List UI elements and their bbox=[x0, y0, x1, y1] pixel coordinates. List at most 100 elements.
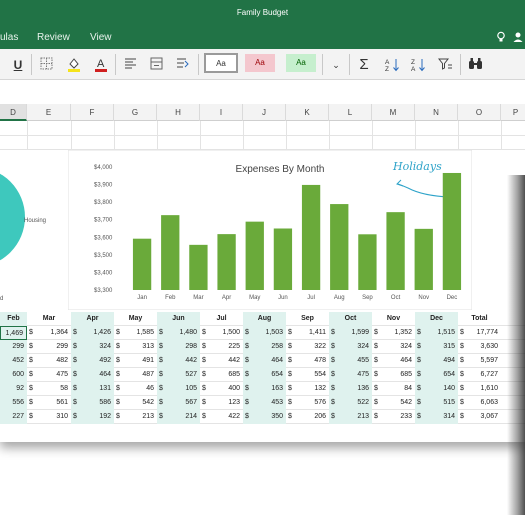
table-cell[interactable]: $494 bbox=[415, 354, 458, 368]
bar-dec[interactable] bbox=[442, 172, 462, 290]
column-header-n[interactable]: N bbox=[415, 104, 458, 121]
bar-nov[interactable] bbox=[414, 228, 433, 290]
wrap-text-icon[interactable] bbox=[175, 57, 191, 73]
underline-icon[interactable]: U bbox=[10, 57, 26, 73]
table-cell[interactable]: $258 bbox=[243, 340, 286, 354]
column-label-jul[interactable]: Jul bbox=[200, 312, 243, 326]
column-header-f[interactable]: F bbox=[71, 104, 114, 121]
tab-formulas[interactable]: ulas bbox=[0, 32, 18, 43]
column-label-nov[interactable]: Nov bbox=[372, 312, 415, 326]
table-cell[interactable]: $140 bbox=[415, 382, 458, 396]
column-header-o[interactable]: O bbox=[458, 104, 501, 121]
table-cell[interactable]: 452 bbox=[0, 354, 27, 368]
table-cell[interactable]: $123 bbox=[200, 396, 243, 410]
column-label-apr[interactable]: Apr bbox=[71, 312, 114, 326]
table-cell[interactable]: 556 bbox=[0, 396, 27, 410]
table-cell[interactable]: $313 bbox=[114, 340, 157, 354]
table-cell[interactable]: $131 bbox=[71, 382, 114, 396]
bar-feb[interactable] bbox=[161, 215, 180, 290]
table-cell[interactable]: $475 bbox=[329, 368, 372, 382]
table-cell[interactable]: $586 bbox=[71, 396, 114, 410]
tab-review[interactable]: Review bbox=[37, 32, 70, 43]
filter-icon[interactable] bbox=[437, 57, 453, 73]
table-cell[interactable]: $464 bbox=[372, 354, 415, 368]
table-cell[interactable]: 92 bbox=[0, 382, 27, 396]
column-header-l[interactable]: L bbox=[329, 104, 372, 121]
table-cell[interactable]: $213 bbox=[329, 410, 372, 424]
column-label-dec[interactable]: Dec bbox=[415, 312, 458, 326]
tab-view[interactable]: View bbox=[90, 32, 112, 43]
table-cell[interactable]: $1,364 bbox=[27, 326, 71, 340]
table-cell[interactable]: $1,480 bbox=[157, 326, 200, 340]
column-header-k[interactable]: K bbox=[286, 104, 329, 121]
table-cell[interactable]: $132 bbox=[286, 382, 329, 396]
table-cell[interactable]: $442 bbox=[157, 354, 200, 368]
table-cell[interactable]: $84 bbox=[372, 382, 415, 396]
bar-jul[interactable] bbox=[301, 184, 321, 290]
column-label-jun[interactable]: Jun bbox=[157, 312, 200, 326]
style-bad-button[interactable]: Aa bbox=[245, 54, 275, 72]
column-label-feb[interactable]: Feb bbox=[0, 312, 27, 326]
borders-icon[interactable] bbox=[38, 57, 54, 73]
column-header-p[interactable]: P bbox=[501, 104, 525, 121]
table-cell[interactable]: $422 bbox=[200, 410, 243, 424]
table-cell[interactable]: $1,515 bbox=[415, 326, 458, 340]
table-cell[interactable]: $554 bbox=[286, 368, 329, 382]
table-cell[interactable]: $491 bbox=[114, 354, 157, 368]
table-cell[interactable]: $654 bbox=[415, 368, 458, 382]
table-cell[interactable]: $310 bbox=[27, 410, 71, 424]
table-cell[interactable]: $527 bbox=[157, 368, 200, 382]
bar-sep[interactable] bbox=[358, 234, 377, 290]
table-cell[interactable]: $225 bbox=[200, 340, 243, 354]
table-cell[interactable]: 600 bbox=[0, 368, 27, 382]
table-cell[interactable]: $350 bbox=[243, 410, 286, 424]
table-cell[interactable]: $6,063 bbox=[458, 396, 501, 410]
bar-aug[interactable] bbox=[330, 204, 349, 290]
table-cell[interactable]: $487 bbox=[114, 368, 157, 382]
bar-jun[interactable] bbox=[273, 228, 293, 291]
column-label-sep[interactable]: Sep bbox=[286, 312, 329, 326]
style-normal-button[interactable]: Aa bbox=[204, 53, 238, 73]
table-cell[interactable]: $482 bbox=[27, 354, 71, 368]
bar-oct[interactable] bbox=[386, 212, 405, 290]
table-cell[interactable]: $685 bbox=[200, 368, 243, 382]
find-binoculars-icon[interactable] bbox=[467, 57, 483, 73]
column-label-may[interactable]: May bbox=[114, 312, 157, 326]
table-cell[interactable]: $46 bbox=[114, 382, 157, 396]
column-label-mar[interactable]: Mar bbox=[27, 312, 71, 326]
table-cell[interactable]: $1,599 bbox=[329, 326, 372, 340]
share-user-icon[interactable] bbox=[513, 31, 525, 46]
table-cell[interactable]: $206 bbox=[286, 410, 329, 424]
table-cell[interactable]: $213 bbox=[114, 410, 157, 424]
table-cell[interactable]: $5,597 bbox=[458, 354, 501, 368]
table-cell[interactable]: $1,426 bbox=[71, 326, 114, 340]
lightbulb-icon[interactable] bbox=[496, 31, 506, 46]
table-cell[interactable]: $192 bbox=[71, 410, 114, 424]
pie-chart[interactable]: Housing d bbox=[0, 150, 68, 310]
table-cell[interactable]: $464 bbox=[71, 368, 114, 382]
chevron-down-icon[interactable]: ⌄ bbox=[328, 57, 344, 73]
table-cell[interactable]: $561 bbox=[27, 396, 71, 410]
table-cell[interactable]: $314 bbox=[415, 410, 458, 424]
table-cell[interactable]: $324 bbox=[329, 340, 372, 354]
style-good-button[interactable]: Aa bbox=[286, 54, 316, 72]
column-header-j[interactable]: J bbox=[243, 104, 286, 121]
table-cell[interactable]: $1,352 bbox=[372, 326, 415, 340]
table-cell[interactable]: $315 bbox=[415, 340, 458, 354]
table-cell[interactable]: $685 bbox=[372, 368, 415, 382]
sort-ascending-icon[interactable]: AZ bbox=[384, 57, 400, 73]
column-header-g[interactable]: G bbox=[114, 104, 157, 121]
table-cell[interactable]: $322 bbox=[286, 340, 329, 354]
table-cell[interactable]: $298 bbox=[157, 340, 200, 354]
expenses-bar-chart[interactable]: Expenses By Month Holidays $3,300 $3,400 $… bbox=[68, 150, 472, 310]
table-cell[interactable]: $105 bbox=[157, 382, 200, 396]
table-cell[interactable]: $542 bbox=[114, 396, 157, 410]
table-cell[interactable]: $1,585 bbox=[114, 326, 157, 340]
table-cell[interactable]: $163 bbox=[243, 382, 286, 396]
table-cell[interactable]: $6,727 bbox=[458, 368, 501, 382]
table-cell[interactable]: $455 bbox=[329, 354, 372, 368]
table-cell[interactable]: $233 bbox=[372, 410, 415, 424]
table-cell[interactable]: $542 bbox=[372, 396, 415, 410]
autosum-icon[interactable]: Σ bbox=[356, 57, 372, 73]
column-header-m[interactable]: M bbox=[372, 104, 415, 121]
